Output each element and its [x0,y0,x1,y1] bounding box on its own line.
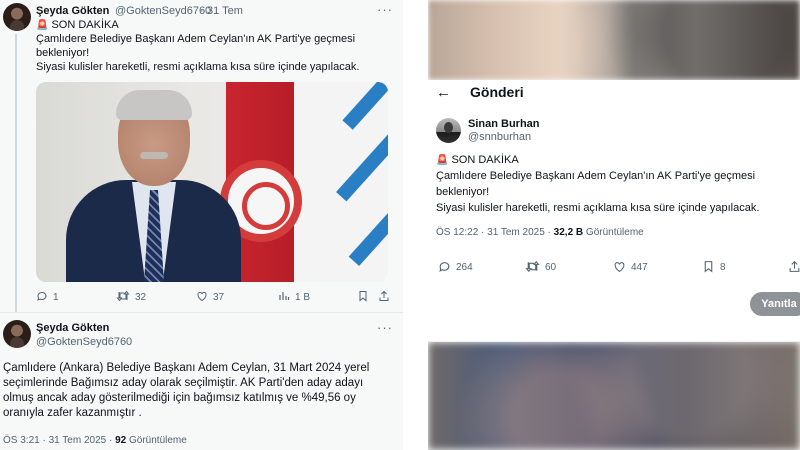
views-count: 92 [115,435,127,446]
arrow-left-icon[interactable]: ← [436,84,451,101]
tweet-text-line-4: Siyasi kulisler hareketli, resmi açıklam… [36,61,360,73]
post-text-line-4: Siyasi kulisler hareketli, resmi açıklam… [436,202,760,214]
avatar[interactable] [436,118,461,143]
tweet-text-line-3: bekleniyor! [36,47,90,59]
views-count: 32,2 B [553,227,584,238]
like-action[interactable]: 37 [196,290,224,304]
post-timestamp[interactable]: ÖS 12:22 · 31 Tem 2025 · [436,227,551,238]
retweet-icon [116,290,130,304]
tweet-text-line-3: olmuş ancak aday gösterilmediği için bağ… [3,392,356,404]
tweet-text-line-1: Çamlıdere (Ankara) Belediye Başkanı Adem… [3,362,370,374]
author-handle[interactable]: @GoktenSeyd6760 [36,336,132,348]
post-meta: ÖS 12:22 · 31 Tem 2025 · 32,2 B Görüntül… [436,227,644,238]
separator-dot: · [200,5,204,17]
reply-button[interactable]: Yanıtla [750,292,800,316]
tweet-timestamp[interactable]: ÖS 3:21 · 31 Tem 2025 · [3,435,112,446]
avatar[interactable] [3,3,31,31]
bar-chart-icon [278,290,290,304]
retweet-icon [525,260,540,275]
right-screenshot-panel: ← Gönderi Sinan Burhan @snnburhan 🚨 SON D… [428,0,800,450]
author-handle[interactable]: @GoktenSeyd6760 [115,5,211,17]
blurred-background-bottom [428,342,800,450]
bookmark-icon[interactable] [357,290,369,302]
post-text-line-1: 🚨 SON DAKİKA [436,154,519,166]
tweet-meta: ÖS 3:21 · 31 Tem 2025 · 92 Görüntüleme [3,435,187,446]
tweet-text-line-2: seçimlerinde Bağımsız aday olarak seçilm… [3,377,364,389]
post-text-line-3: bekleniyor! [436,186,490,198]
tweet-photo[interactable] [36,82,388,282]
author-name[interactable]: Şeyda Gökten [36,5,109,17]
author-name[interactable]: Sinan Burhan [468,118,540,130]
author-name[interactable]: Şeyda Gökten [36,322,109,334]
like-action[interactable]: 447 [613,260,648,275]
views-label: Görüntüleme [585,227,644,238]
reply-action[interactable]: 1 [36,290,59,304]
views-label: Görüntüleme [129,435,187,446]
panel-gap [403,0,428,450]
more-options-icon[interactable]: ··· [377,320,393,335]
avatar[interactable] [3,320,31,348]
reply-action[interactable]: 264 [438,260,473,275]
retweet-action[interactable]: 32 [116,290,146,304]
tweet-1[interactable]: Şeyda Gökten @GoktenSeyd6760 · 31 Tem ··… [0,0,403,312]
share-icon[interactable] [378,290,390,302]
page-title: Gönderi [470,84,524,100]
comment-icon [36,290,48,304]
tweet-date[interactable]: 31 Tem [207,5,243,17]
person-hair [116,90,192,120]
rotating-light-icon: 🚨 [36,20,49,31]
author-handle[interactable]: @snnburhan [468,131,531,143]
more-options-icon[interactable]: ··· [377,2,393,17]
tweet-text-line-4: oranıyla zafer kazanmıştır . [3,407,142,419]
retweet-action[interactable]: 60 [525,260,556,275]
white-banner [294,82,388,282]
bookmark-icon [702,260,715,275]
left-screenshot-panel: Şeyda Gökten @GoktenSeyd6760 · 31 Tem ··… [0,0,403,450]
heart-icon [613,260,626,275]
blurred-background-top [428,0,800,80]
heart-icon [196,290,208,304]
tweet-text-line-2: Çamlıdere Belediye Başkanı Adem Ceylan'ı… [36,33,356,45]
divider [0,312,403,313]
thread-connector-line [15,34,17,312]
bookmark-action[interactable]: 8 [702,260,726,275]
views-action[interactable]: 1 B [278,290,310,304]
tweet-text-line-1: 🚨 SON DAKİKA [36,19,119,31]
person-mustache [140,152,168,159]
post-detail-card: ← Gönderi Sinan Burhan @snnburhan 🚨 SON D… [428,80,800,342]
rotating-light-icon: 🚨 [436,155,449,166]
share-icon[interactable] [788,260,800,273]
comment-icon [438,260,451,275]
post-text-line-2: Çamlıdere Belediye Başkanı Adem Ceylan'ı… [436,170,756,182]
